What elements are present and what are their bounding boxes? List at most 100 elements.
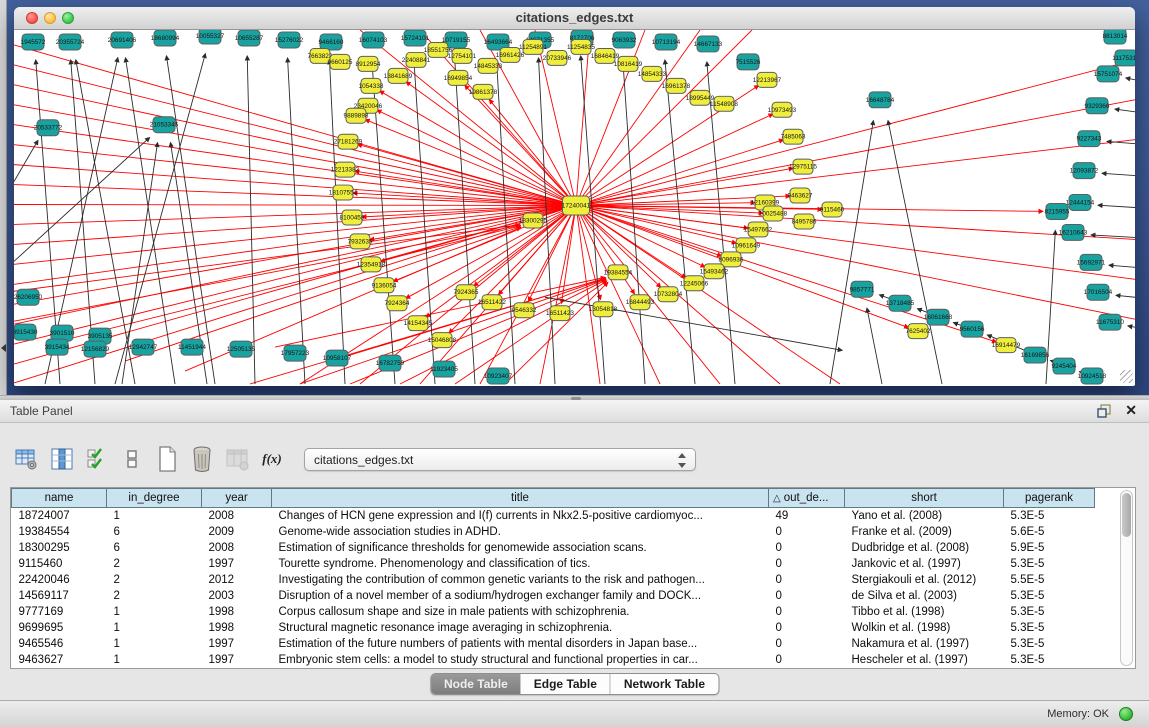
column-header-out_de[interactable]: △out_de... — [769, 489, 845, 508]
select-rows-icon[interactable] — [84, 445, 110, 473]
graph-node[interactable]: 12444154 — [1066, 195, 1095, 211]
table-cell[interactable]: 5.5E-5 — [1004, 572, 1095, 588]
graph-node[interactable]: 14845333 — [474, 58, 503, 73]
new-document-icon[interactable] — [154, 445, 180, 473]
graph-node[interactable]: 20533772 — [34, 120, 63, 136]
graph-node[interactable]: 9466160 — [319, 34, 344, 50]
table-row[interactable]: 946554611997Estimation of the future num… — [12, 636, 1095, 652]
table-cell[interactable]: 5.9E-5 — [1004, 540, 1095, 556]
table-cell[interactable]: 1997 — [202, 636, 272, 652]
graph-node[interactable]: 7932635 — [348, 234, 373, 249]
table-cell[interactable]: Estimation of significance thresholds fo… — [272, 540, 769, 556]
graph-node[interactable]: 19861378 — [469, 84, 498, 99]
close-window-button[interactable] — [26, 12, 38, 24]
graph-edge[interactable] — [830, 121, 873, 384]
graph-node[interactable]: 12975115 — [789, 159, 817, 174]
graph-node[interactable]: 16782759 — [376, 355, 405, 371]
window-resize-grip[interactable] — [1120, 370, 1133, 383]
graph-node[interactable]: 16648784 — [866, 92, 895, 108]
graph-node[interactable]: 12505135 — [227, 341, 256, 357]
graph-node[interactable]: 8215955 — [1045, 204, 1070, 220]
tab-node-table[interactable]: Node Table — [431, 674, 521, 694]
table-cell[interactable]: 5.3E-5 — [1004, 556, 1095, 572]
table-cell[interactable]: 9463627 — [12, 652, 107, 668]
graph-node[interactable]: 18680994 — [151, 30, 180, 46]
table-select-dropdown[interactable]: citations_edges.txt — [304, 448, 696, 471]
citation-network-graph[interactable]: 1945572203557242069140618680994100553271… — [14, 30, 1135, 385]
window-titlebar[interactable]: citations_edges.txt — [14, 7, 1135, 30]
graph-node[interactable]: 7924365 — [454, 285, 479, 300]
graph-hub-node[interactable]: 17240041 — [562, 196, 591, 215]
table-row[interactable]: 1872400712008Changes of HCN gene express… — [12, 508, 1095, 525]
graph-node[interactable]: 16061668 — [924, 309, 953, 325]
graph-node[interactable]: 10713194 — [652, 34, 681, 50]
table-cell[interactable]: 2003 — [202, 588, 272, 604]
graph-edge[interactable] — [14, 206, 576, 225]
graph-node[interactable]: 13054818 — [589, 302, 618, 317]
graph-node[interactable]: 16074103 — [359, 32, 388, 48]
table-cell[interactable]: 0 — [769, 652, 845, 668]
table-cell[interactable]: 1998 — [202, 620, 272, 636]
table-cell[interactable]: 9115460 — [12, 556, 107, 572]
table-cell[interactable]: Yano et al. (2008) — [845, 508, 1004, 525]
graph-edge[interactable] — [14, 206, 576, 265]
graph-node[interactable]: 16169856 — [1021, 347, 1050, 363]
table-cell[interactable]: 0 — [769, 604, 845, 620]
table-cell[interactable]: 0 — [769, 556, 845, 572]
table-cell[interactable]: Estimation of the future numbers of pati… — [272, 636, 769, 652]
table-cell[interactable]: 5.3E-5 — [1004, 620, 1095, 636]
graph-node[interactable]: 11548908 — [710, 96, 738, 111]
table-cell[interactable]: Investigating the contribution of common… — [272, 572, 769, 588]
zoom-window-button[interactable] — [62, 12, 74, 24]
table-cell[interactable]: Tibbo et al. (1998) — [845, 604, 1004, 620]
graph-edge[interactable] — [247, 56, 255, 384]
graph-node[interactable]: 20691406 — [108, 32, 137, 48]
table-cell[interactable]: 2009 — [202, 524, 272, 540]
tab-network-table[interactable]: Network Table — [610, 674, 718, 694]
table-cell[interactable]: 5.3E-5 — [1004, 652, 1095, 668]
graph-edge[interactable] — [455, 58, 475, 384]
table-cell[interactable]: 0 — [769, 636, 845, 652]
table-cell[interactable]: Tourette syndrome. Phenomenology and cla… — [272, 556, 769, 572]
minimize-window-button[interactable] — [44, 12, 56, 24]
delete-table-icon[interactable] — [189, 445, 215, 473]
graph-node[interactable]: 8813014 — [1103, 30, 1128, 44]
table-cell[interactable]: 49 — [769, 508, 845, 525]
table-cell[interactable]: Stergiakouli et al. (2012) — [845, 572, 1004, 588]
graph-node[interactable]: 8100458 — [340, 210, 365, 225]
graph-node[interactable]: 14154345 — [404, 316, 433, 331]
graph-node[interactable]: 9063932 — [612, 32, 637, 48]
graph-node[interactable]: 16949854 — [444, 70, 473, 85]
graph-node[interactable]: 10958107 — [323, 350, 352, 366]
table-cell[interactable]: 9465546 — [12, 636, 107, 652]
table-cell[interactable]: 5.3E-5 — [1004, 588, 1095, 604]
table-cell[interactable]: Wolkin et al. (1998) — [845, 620, 1004, 636]
table-cell[interactable]: 2012 — [202, 572, 272, 588]
table-cell[interactable]: 1 — [107, 636, 202, 652]
graph-node[interactable]: 10973493 — [768, 102, 797, 117]
table-cell[interactable]: Embryonic stem cells: a model to study s… — [272, 652, 769, 668]
graph-node[interactable]: 9889898 — [344, 108, 369, 123]
graph-node[interactable]: 16210643 — [1059, 224, 1088, 240]
graph-node[interactable]: 12354918 — [357, 257, 386, 272]
graph-edge[interactable] — [1128, 326, 1135, 327]
graph-edge[interactable] — [1126, 78, 1135, 80]
table-cell[interactable]: 2008 — [202, 508, 272, 525]
table-cell[interactable]: 2 — [107, 588, 202, 604]
graph-node[interactable]: 12245066 — [680, 276, 709, 291]
graph-node[interactable]: 15046808 — [428, 333, 457, 348]
table-cell[interactable]: 1 — [107, 620, 202, 636]
graph-edge[interactable] — [14, 206, 576, 305]
graph-node[interactable]: 10924518 — [1078, 368, 1107, 384]
graph-node[interactable]: 26206950 — [14, 289, 43, 305]
table-cell[interactable]: 2 — [107, 556, 202, 572]
graph-edge[interactable] — [576, 206, 600, 384]
table-vertical-scrollbar[interactable] — [1120, 490, 1133, 666]
table-cell[interactable]: 0 — [769, 588, 845, 604]
table-cell[interactable]: 5.3E-5 — [1004, 604, 1095, 620]
graph-edge[interactable] — [505, 282, 608, 384]
rows-icon[interactable] — [119, 445, 145, 473]
graph-node[interactable]: 7924364 — [385, 296, 410, 311]
graph-node[interactable]: 20733946 — [543, 50, 572, 65]
table-cell[interactable]: 0 — [769, 540, 845, 556]
